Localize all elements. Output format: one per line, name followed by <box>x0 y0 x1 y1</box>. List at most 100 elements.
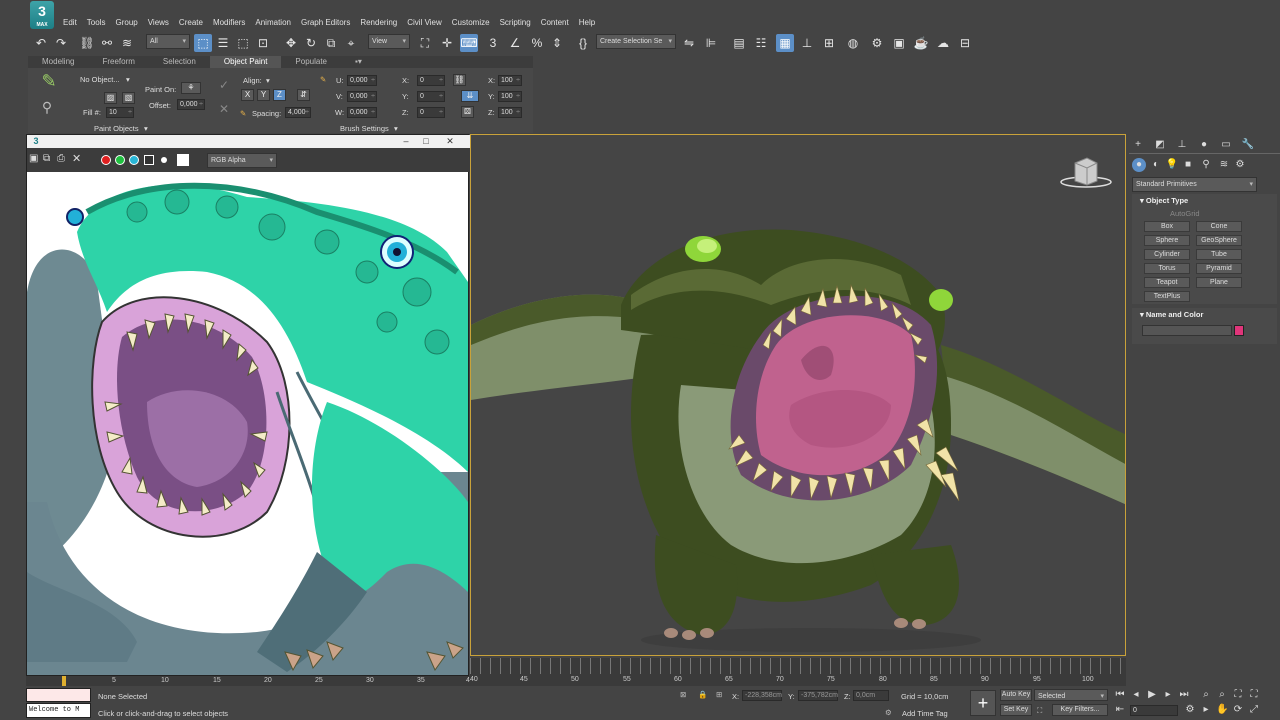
select-by-name-icon[interactable]: ☰ <box>214 34 232 52</box>
orbit-icon[interactable]: ⟳ <box>1232 704 1244 716</box>
mono-toggle[interactable] <box>161 157 167 163</box>
current-frame-input[interactable]: 0 <box>1130 705 1178 716</box>
tab-populate[interactable]: Populate <box>281 56 341 68</box>
bind-space-warp-icon[interactable]: ≋ <box>118 34 136 52</box>
textplus-button[interactable]: TextPlus <box>1144 291 1190 302</box>
w-input[interactable]: 0,000 <box>347 107 377 118</box>
absolute-mode-icon[interactable]: ⊞ <box>716 690 722 699</box>
cylinder-button[interactable]: Cylinder <box>1144 249 1190 260</box>
menu-edit[interactable]: Edit <box>58 17 82 29</box>
menu-help[interactable]: Help <box>574 17 600 29</box>
scale-mode-icon[interactable]: ⇊ <box>461 90 479 102</box>
perspective-viewport[interactable] <box>470 134 1126 656</box>
menu-tools[interactable]: Tools <box>82 17 111 29</box>
autogrid-checkbox[interactable]: AutoGrid <box>1170 209 1200 218</box>
image-window-titlebar[interactable]: 3 – □ ✕ <box>27 135 470 148</box>
clear-image-icon[interactable]: ✕ <box>72 152 81 165</box>
tab-freeform[interactable]: Freeform <box>88 56 148 68</box>
time-config-icon[interactable]: ⚙ <box>1184 704 1196 716</box>
red-channel-toggle[interactable] <box>101 155 111 165</box>
window-crossing-icon[interactable]: ⊡ <box>254 34 272 52</box>
x-coord-input[interactable]: -228,358cm <box>742 690 782 701</box>
plane-button[interactable]: Plane <box>1196 277 1242 288</box>
set-key-big-icon[interactable]: + <box>970 690 996 716</box>
tab-object-paint[interactable]: Object Paint <box>209 56 282 68</box>
place-icon[interactable]: ⌖ <box>342 34 360 52</box>
u-input[interactable]: 0,000 <box>347 75 377 86</box>
align-dropdown-icon[interactable]: ▾ <box>266 76 270 85</box>
close-window-icon[interactable]: ✕ <box>441 135 459 147</box>
rotate-x-input[interactable]: 0 <box>417 75 445 86</box>
menu-content[interactable]: Content <box>536 17 574 29</box>
scale-y-input[interactable]: 100 <box>498 91 522 102</box>
reference-coordinate-dropdown[interactable]: View <box>368 34 410 49</box>
paint-object-dropdown-icon[interactable]: ▾ <box>126 75 130 84</box>
shapes-icon[interactable]: ◐ <box>1149 158 1163 172</box>
object-type-title[interactable]: ▾ Object Type <box>1132 194 1277 207</box>
selection-region-icon[interactable]: ⬚ <box>234 34 252 52</box>
keyboard-shortcut-override-icon[interactable]: ⌨ <box>460 34 478 52</box>
menu-rendering[interactable]: Rendering <box>355 17 402 29</box>
a360-gallery-icon[interactable]: ⊟ <box>956 34 974 52</box>
flip-axis-icon[interactable]: ⇵ <box>297 89 310 101</box>
schematic-view-icon[interactable]: ⊞ <box>820 34 838 52</box>
helpers-icon[interactable]: ⚲ <box>1199 158 1213 172</box>
ribbon-toggle-icon[interactable]: ▦ <box>776 34 794 52</box>
teapot-button[interactable]: Teapot <box>1144 277 1190 288</box>
edit-objects-icon[interactable]: ▧ <box>122 92 135 104</box>
zoom-extents-all-icon[interactable]: ⛶ <box>1248 689 1260 701</box>
motion-tab-icon[interactable]: ● <box>1197 138 1211 152</box>
pick-object-icon[interactable]: ▨ <box>104 92 117 104</box>
maxscript-listener-mini[interactable] <box>26 688 91 702</box>
layer-explorer-icon[interactable]: ☷ <box>752 34 770 52</box>
blue-channel-toggle[interactable] <box>129 155 139 165</box>
pan-icon[interactable]: ✋ <box>1216 704 1228 716</box>
tab-selection[interactable]: Selection <box>149 56 210 68</box>
pyramid-button[interactable]: Pyramid <box>1196 263 1242 274</box>
paint-on-dropdown[interactable]: ⚘ <box>181 82 201 94</box>
select-manipulate-icon[interactable]: ✛ <box>438 34 456 52</box>
geometry-icon[interactable]: ● <box>1132 158 1146 172</box>
object-color-swatch[interactable] <box>1234 325 1244 336</box>
cone-button[interactable]: Cone <box>1196 221 1242 232</box>
key-filters-button[interactable]: Key Filters... <box>1052 704 1108 716</box>
material-editor-icon[interactable]: ◍ <box>844 34 862 52</box>
fill-icon[interactable]: ⚲ <box>38 98 56 116</box>
green-channel-toggle[interactable] <box>115 155 125 165</box>
check-icon[interactable]: ✓ <box>215 76 233 94</box>
offset-input[interactable]: 0,000 <box>177 99 205 110</box>
percent-snap-icon[interactable]: % <box>528 34 546 52</box>
fill-count-input[interactable]: 10 <box>106 107 134 118</box>
snaps-toggle-icon[interactable]: 3 <box>484 34 502 52</box>
minimize-icon[interactable]: – <box>397 135 415 147</box>
selection-filter-dropdown[interactable]: All <box>146 34 190 49</box>
create-tab-icon[interactable]: + <box>1131 138 1145 152</box>
cancel-icon[interactable]: ✕ <box>215 100 233 118</box>
maximize-viewport-icon[interactable]: ⤢ <box>1248 704 1260 716</box>
rotate-y-input[interactable]: 0 <box>417 91 445 102</box>
align-axis-x[interactable]: X <box>241 89 254 101</box>
render-setup-icon[interactable]: ⚙ <box>868 34 886 52</box>
edit-named-selection-icon[interactable]: {} <box>574 34 592 52</box>
pivot-center-icon[interactable]: ⛶ <box>416 34 434 52</box>
background-color-swatch[interactable] <box>177 154 189 166</box>
lights-icon[interactable]: 💡 <box>1165 158 1179 172</box>
scale-lock-icon[interactable]: ⛓ <box>453 74 466 86</box>
menu-create[interactable]: Create <box>174 17 208 29</box>
space-warps-icon[interactable]: ≋ <box>1217 158 1231 172</box>
paint-objects-panel-title[interactable]: Paint Objects <box>94 124 139 133</box>
scene-explorer-icon[interactable]: ▤ <box>730 34 748 52</box>
copy-image-icon[interactable]: ⧉ <box>43 153 50 164</box>
object-name-input[interactable] <box>1142 325 1232 336</box>
named-selection-set-dropdown[interactable]: Create Selection Se <box>596 34 676 49</box>
z-coord-input[interactable]: 0,0cm <box>853 690 889 701</box>
brush-settings-expand-icon[interactable]: ▾ <box>394 124 398 133</box>
selection-lock-icon[interactable]: 🔒 <box>698 690 707 699</box>
next-frame-icon[interactable]: ▸ <box>1162 689 1174 701</box>
play-icon[interactable]: ▶ <box>1146 689 1158 701</box>
alpha-channel-toggle[interactable] <box>144 155 154 165</box>
modify-tab-icon[interactable]: ◩ <box>1153 138 1167 152</box>
tab-modeling[interactable]: Modeling <box>28 56 88 68</box>
unlink-icon[interactable]: ⚯ <box>98 34 116 52</box>
spacing-input[interactable]: 4,000 <box>285 107 311 118</box>
